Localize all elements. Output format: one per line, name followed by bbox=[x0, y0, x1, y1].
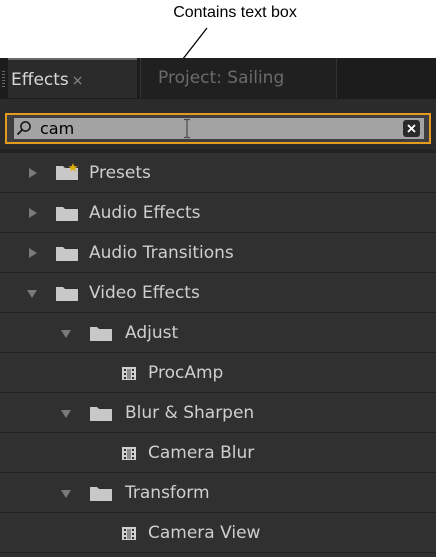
chevron-right-icon[interactable] bbox=[28, 208, 38, 218]
folder-icon bbox=[56, 287, 78, 301]
tree-item-label: Presets bbox=[89, 163, 151, 183]
effects-tree: Presets Audio Effects Audio Transitions … bbox=[0, 153, 436, 557]
tab-close-icon[interactable]: × bbox=[72, 73, 84, 89]
tree-item-label: Audio Transitions bbox=[89, 243, 234, 263]
search-field[interactable] bbox=[5, 113, 431, 144]
preset-folder-icon bbox=[56, 163, 78, 180]
tab-bar: Effects × Project: Sailing bbox=[0, 58, 436, 100]
effect-icon bbox=[122, 367, 136, 380]
folder-icon bbox=[56, 207, 78, 221]
folder-icon bbox=[90, 487, 112, 501]
search-field-inner bbox=[14, 118, 424, 139]
chevron-down-icon[interactable] bbox=[27, 289, 37, 299]
tree-item-camera-blur[interactable]: Camera Blur bbox=[0, 433, 436, 473]
folder-icon bbox=[90, 407, 112, 421]
folder-icon bbox=[90, 327, 112, 341]
search-icon bbox=[16, 121, 31, 136]
tree-item-label: Audio Effects bbox=[89, 203, 201, 223]
clear-search-button[interactable] bbox=[403, 120, 420, 137]
tree-item-label: Camera View bbox=[148, 523, 261, 543]
tree-item-procamp[interactable]: ProcAmp bbox=[0, 353, 436, 393]
tree-item-transform[interactable]: Transform bbox=[0, 473, 436, 513]
chevron-down-icon[interactable] bbox=[61, 409, 71, 419]
panel-grip-handle[interactable] bbox=[2, 71, 5, 89]
tree-item-label: Blur & Sharpen bbox=[125, 403, 255, 423]
tree-item-label: ProcAmp bbox=[148, 363, 224, 383]
tree-item-audio-transitions[interactable]: Audio Transitions bbox=[0, 233, 436, 273]
tab-effects[interactable]: Effects × bbox=[8, 58, 137, 98]
tree-item-blur-sharpen[interactable]: Blur & Sharpen bbox=[0, 393, 436, 433]
tab-project[interactable]: Project: Sailing bbox=[140, 58, 337, 98]
chevron-down-icon[interactable] bbox=[61, 329, 71, 339]
callout-label: Contains text box bbox=[173, 4, 297, 21]
tree-item-audio-effects[interactable]: Audio Effects bbox=[0, 193, 436, 233]
tree-item-label: Camera Blur bbox=[148, 443, 255, 463]
tab-effects-label: Effects bbox=[11, 70, 69, 90]
tree-item-label: Transform bbox=[125, 483, 210, 503]
text-cursor-icon bbox=[184, 118, 190, 139]
folder-icon bbox=[56, 247, 78, 261]
tab-project-label: Project: Sailing bbox=[158, 68, 285, 88]
chevron-right-icon[interactable] bbox=[28, 248, 38, 258]
tree-item-presets[interactable]: Presets bbox=[0, 153, 436, 193]
chevron-right-icon[interactable] bbox=[28, 168, 38, 178]
search-bar bbox=[0, 99, 436, 149]
tree-item-label: Video Effects bbox=[89, 283, 200, 303]
effect-icon bbox=[122, 527, 136, 540]
tree-item-camera-view[interactable]: Camera View bbox=[0, 513, 436, 553]
tree-item-adjust[interactable]: Adjust bbox=[0, 313, 436, 353]
effect-icon bbox=[122, 447, 136, 460]
tree-item-label: Adjust bbox=[125, 323, 179, 343]
close-icon bbox=[407, 124, 416, 133]
tree-item-video-effects[interactable]: Video Effects bbox=[0, 273, 436, 313]
chevron-down-icon[interactable] bbox=[61, 489, 71, 499]
effects-panel: Effects × Project: Sailing cam Presets A… bbox=[0, 58, 436, 557]
